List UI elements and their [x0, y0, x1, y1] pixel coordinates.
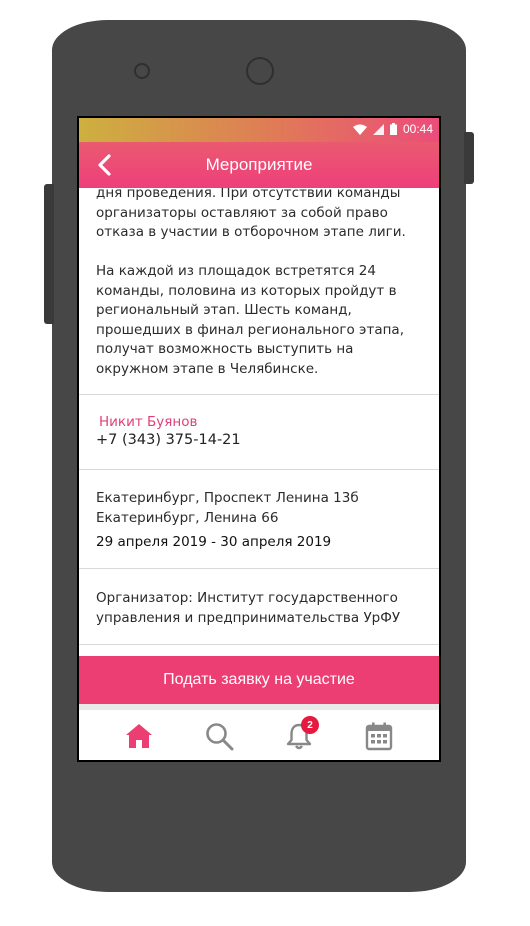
contact-phone[interactable]: +7 (343) 375-14-21 [96, 432, 241, 448]
text-line: окружном этапе в Челябинске. [96, 360, 319, 377]
screen: 00:44 Мероприятие дня проведения. При от… [77, 116, 441, 762]
power-button [464, 132, 474, 184]
front-camera [246, 57, 274, 85]
search-icon [206, 723, 234, 751]
organizer-line-1: Организатор: Институт государственного [96, 590, 398, 606]
home-icon [126, 724, 152, 748]
text-line: дня проведения. При отсутствии команды [96, 188, 401, 201]
text-line: На каждой из площадок встретятся 24 [96, 263, 376, 279]
text-line: организаторы оставляют за собой право [96, 204, 388, 221]
address-line-2: Екатеринбург, Ленина 66 [96, 510, 279, 526]
text-line: команды, половина из которых пройдут в [96, 282, 397, 299]
volume-button [44, 184, 54, 324]
text-line: прошедших в финал регионального этапа, [96, 321, 404, 338]
status-time: 00:44 [402, 122, 433, 136]
description-paragraph-2: На каждой из площадок встретятся 24 кома… [96, 262, 426, 379]
text-line: отказа в участии в отборочном этапе лиги… [96, 224, 406, 240]
description-paragraph-1: дня проведения. При отсутствии команды о… [96, 188, 426, 243]
address-line-1: Екатеринбург, Проспект Ленина 13б [96, 490, 359, 506]
organizer-line-2: управления и предпринимательства УрФУ [96, 610, 401, 626]
signal-icon [372, 123, 384, 135]
divider [79, 394, 439, 395]
event-dates: 29 апреля 2019 - 30 апреля 2019 [96, 534, 332, 550]
tab-search[interactable] [201, 718, 237, 754]
app-bar: Мероприятие [79, 142, 439, 188]
event-details[interactable]: дня проведения. При отсутствии команды о… [79, 188, 439, 656]
contact-name[interactable]: Никит Буянов [99, 414, 197, 430]
app-screen: 00:44 Мероприятие дня проведения. При от… [79, 118, 439, 760]
page-title: Мероприятие [205, 155, 313, 174]
status-bar: 00:44 [79, 118, 439, 142]
calendar-icon [365, 722, 393, 751]
battery-icon [389, 123, 397, 135]
divider [79, 568, 439, 569]
divider [79, 644, 439, 645]
tab-home[interactable] [121, 718, 157, 754]
proximity-sensor [134, 63, 150, 79]
bottom-nav: 2 [79, 710, 439, 760]
text-line: региональный этап. Шесть команд, [96, 302, 352, 318]
wifi-icon [352, 124, 367, 135]
apply-button[interactable]: Подать заявку на участие [79, 656, 439, 704]
text-line: получат возможность выступить на [96, 341, 354, 357]
notification-badge: 2 [301, 716, 319, 734]
tab-calendar[interactable] [361, 718, 397, 754]
divider [79, 469, 439, 470]
